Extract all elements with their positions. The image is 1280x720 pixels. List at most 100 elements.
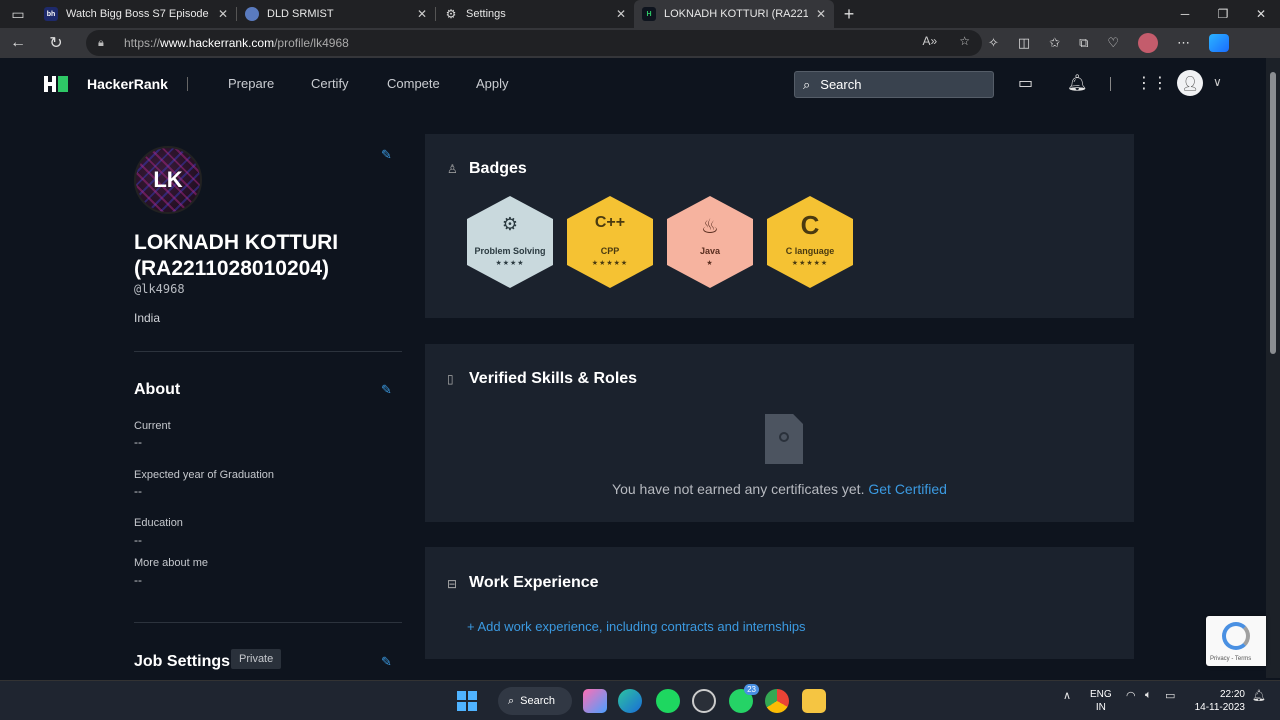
chevron-down-icon[interactable]: ∨ <box>1213 75 1222 89</box>
briefcase-icon: ⊟ <box>447 577 458 591</box>
tab-title: Watch Bigg Boss S7 Episode 73 o <box>66 8 210 20</box>
browser-tab-bar: ▭ bh Watch Bigg Boss S7 Episode 73 o ✕ D… <box>0 0 1280 28</box>
maximize-icon[interactable]: ❐ <box>1204 0 1242 28</box>
work-experience-title: Work Experience <box>469 574 599 591</box>
nav-certify[interactable]: Certify <box>311 76 349 91</box>
cert-message-text: You have not earned any certificates yet… <box>612 481 865 497</box>
clock[interactable]: 22:20 14-11-2023 <box>1190 688 1245 714</box>
profile-avatar: LK <box>134 146 202 214</box>
c-logo-icon: C <box>800 210 820 240</box>
wifi-icon[interactable]: ◠ <box>1126 689 1136 702</box>
badge-problem-solving[interactable]: ⚙ Problem Solving ★★★★ <box>467 196 553 288</box>
copilot-icon[interactable] <box>1209 34 1230 52</box>
dell-icon[interactable] <box>692 689 716 713</box>
read-aloud-icon[interactable]: A» <box>923 34 938 48</box>
search-input[interactable]: ⌕ Search <box>794 71 994 98</box>
copilot-app-icon[interactable] <box>583 689 607 713</box>
lock-icon: 🔒︎ <box>98 36 104 49</box>
notification-bell-icon[interactable]: 🔔︎ <box>1252 689 1266 702</box>
health-icon[interactable]: ♡ <box>1107 35 1119 51</box>
url-input[interactable]: 🔒︎ https://www.hackerrank.com/profile/lk… <box>86 30 982 56</box>
favorite-star-icon[interactable]: ☆ <box>959 34 970 48</box>
time: 22:20 <box>1219 689 1245 700</box>
messages-icon[interactable]: ▭ <box>1018 73 1033 93</box>
window-controls: ─ ❐ ✕ <box>1166 0 1280 28</box>
tab-actions-icon[interactable]: ▭ <box>0 0 36 28</box>
minimize-icon[interactable]: ─ <box>1166 0 1204 28</box>
notifications-bell-icon[interactable]: 🔔︎ <box>1067 73 1087 93</box>
avatar-initials: LK <box>153 167 183 192</box>
browser-tab-2[interactable]: ⚙ Settings ✕ <box>436 0 634 28</box>
problem-solving-icon: ⚙ <box>501 214 519 234</box>
collections-icon[interactable]: ⧉ <box>1079 35 1088 51</box>
browser-tab-1[interactable]: DLD SRMIST ✕ <box>237 0 435 28</box>
date: 14-11-2023 <box>1194 702 1245 713</box>
java-logo-icon: ♨ <box>701 216 719 238</box>
back-arrow-icon[interactable]: ← <box>0 28 36 58</box>
nav-apply[interactable]: Apply <box>476 76 509 91</box>
address-bar-row: ← ↻ 🔒︎ https://www.hackerrank.com/profil… <box>0 28 1280 58</box>
get-certified-link[interactable]: Get Certified <box>868 481 947 497</box>
hackerrank-logo[interactable] <box>44 76 68 92</box>
hackerrank-favicon: H <box>642 7 656 21</box>
search-placeholder: Search <box>820 77 862 92</box>
spotify-icon[interactable] <box>656 689 680 713</box>
close-icon[interactable]: ✕ <box>417 7 427 21</box>
recaptcha-badge[interactable]: Privacy - Terms <box>1206 616 1266 666</box>
tab-title: LOKNADH KOTTURI (RA221102 <box>664 8 808 20</box>
favorites-icon[interactable]: ✩ <box>1049 35 1060 51</box>
lang-top: ENG <box>1090 689 1112 700</box>
edit-profile-icon[interactable]: ✎ <box>381 147 392 163</box>
edit-about-icon[interactable]: ✎ <box>381 382 392 398</box>
page-scrollbar[interactable] <box>1266 58 1280 678</box>
about-label-education: Education <box>134 517 183 529</box>
about-label-current: Current <box>134 420 171 432</box>
split-screen-icon[interactable]: ◫ <box>1018 35 1030 51</box>
more-menu-icon[interactable]: ⋯ <box>1177 35 1190 51</box>
profile-name: LOKNADH KOTTURI (RA2211028010204) <box>134 231 339 280</box>
edge-browser-icon[interactable] <box>618 689 642 713</box>
profile-handle: @lk4968 <box>134 282 185 296</box>
badge-stars: ★★★★ <box>495 260 525 267</box>
about-label-graduation: Expected year of Graduation <box>134 469 275 481</box>
close-icon[interactable]: ✕ <box>218 7 228 21</box>
browser-tab-3-active[interactable]: H LOKNADH KOTTURI (RA221102 ✕ <box>634 0 834 28</box>
user-avatar-icon[interactable]: 👤︎ <box>1177 70 1203 96</box>
document-icon: ▯ <box>447 372 454 386</box>
battery-icon[interactable]: ▭ <box>1165 689 1175 702</box>
badges-title: Badges <box>469 160 527 177</box>
taskbar-search[interactable]: ⌕ Search <box>498 687 572 715</box>
file-explorer-icon[interactable] <box>802 689 826 713</box>
chrome-icon[interactable] <box>765 689 789 713</box>
badge-c-language[interactable]: C C language ★★★★★ <box>767 196 853 288</box>
search-icon: ⌕ <box>803 76 811 92</box>
new-tab-button[interactable]: + <box>834 4 864 25</box>
close-window-icon[interactable]: ✕ <box>1242 0 1280 28</box>
windows-start-icon[interactable] <box>457 691 477 711</box>
about-label-more: More about me <box>134 557 208 569</box>
edit-job-settings-icon[interactable]: ✎ <box>381 654 392 670</box>
settings-gear-icon: ⚙ <box>445 7 457 21</box>
language-indicator[interactable]: ENG IN <box>1090 688 1112 714</box>
brand-name[interactable]: HackerRank <box>87 76 168 92</box>
apps-grid-icon[interactable]: ⋮⋮ <box>1136 73 1168 93</box>
recaptcha-terms[interactable]: Privacy - Terms <box>1210 656 1251 662</box>
badge-java[interactable]: ♨ Java ★ <box>667 196 753 288</box>
nav-compete[interactable]: Compete <box>387 76 440 91</box>
browser-tab-0[interactable]: bh Watch Bigg Boss S7 Episode 73 o ✕ <box>36 0 236 28</box>
whatsapp-icon[interactable]: 23 <box>729 684 759 713</box>
lang-bottom: IN <box>1095 702 1106 713</box>
nav-prepare[interactable]: Prepare <box>228 76 274 91</box>
chevron-up-icon[interactable]: ∧ <box>1063 689 1071 702</box>
extensions-icon[interactable]: ✧ <box>988 35 999 51</box>
close-icon[interactable]: ✕ <box>616 7 626 21</box>
refresh-icon[interactable]: ↻ <box>38 28 74 58</box>
divider <box>134 351 402 352</box>
badge-name: Problem Solving <box>474 246 546 256</box>
badge-cpp[interactable]: C++ CPP ★★★★★ <box>567 196 653 288</box>
profile-avatar-icon[interactable] <box>1138 33 1159 53</box>
add-work-experience-link[interactable]: + Add work experience, including contrac… <box>467 619 806 634</box>
url-path: /profile/lk4968 <box>274 36 349 50</box>
close-icon[interactable]: ✕ <box>816 7 826 21</box>
volume-icon[interactable]: 🔈︎ <box>1145 689 1152 702</box>
